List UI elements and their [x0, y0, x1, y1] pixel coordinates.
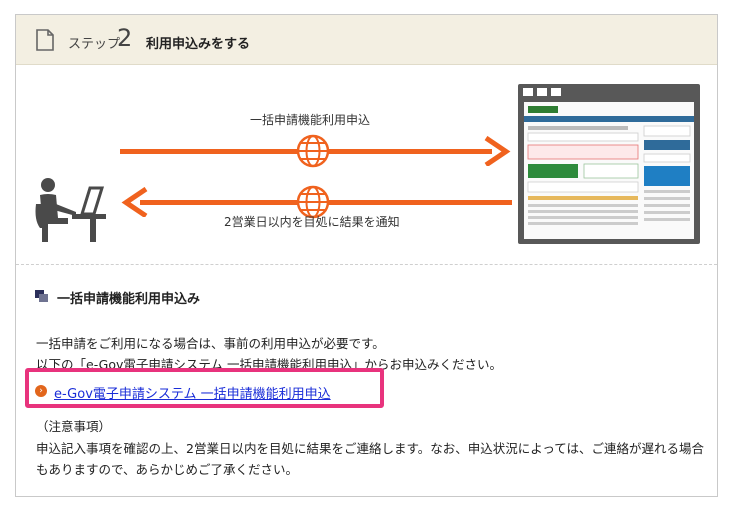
- note-line-2: もありますので、あらかじめご了承ください。: [36, 462, 299, 477]
- step-card: ステップ 2 利用申込みをする 一括申請機能利用申込 2営業日以内を目処に結果を…: [15, 14, 718, 497]
- globe-icon: [296, 134, 330, 168]
- chevron-right-icon: ›: [35, 385, 47, 397]
- note-heading: （注意事項）: [36, 419, 112, 434]
- step-number: 2: [117, 24, 133, 52]
- top-arrow-label: 一括申請機能利用申込: [250, 113, 371, 127]
- step-header: ステップ 2 利用申込みをする: [16, 15, 717, 65]
- apply-link[interactable]: e-Gov電子申請システム 一括申請機能利用申込: [54, 383, 331, 402]
- note-line-1: 申込記入事項を確認の上、2営業日以内を目処に結果をご連絡します。なお、申込状況に…: [36, 441, 704, 456]
- intro-line-1: 一括申請をご利用になる場合は、事前の利用申込が必要です。: [36, 336, 385, 351]
- document-icon: [36, 29, 54, 51]
- section-title: 一括申請機能利用申込み: [57, 292, 201, 307]
- step-title: 利用申込みをする: [146, 37, 251, 52]
- application-flow-illustration: 一括申請機能利用申込 2営業日以内を目処に結果を通知: [16, 64, 717, 265]
- window-dots-icon: [523, 88, 561, 96]
- egov-site-thumbnail: [518, 84, 700, 244]
- thumbnail-page: [524, 102, 694, 239]
- thumbnail-content-image: [524, 106, 694, 225]
- step-word: ステップ: [68, 37, 121, 52]
- section-bullet-icon: [35, 290, 48, 302]
- user-at-computer-icon: [35, 178, 106, 242]
- bottom-arrow-label: 2営業日以内を目処に結果を通知: [224, 215, 400, 229]
